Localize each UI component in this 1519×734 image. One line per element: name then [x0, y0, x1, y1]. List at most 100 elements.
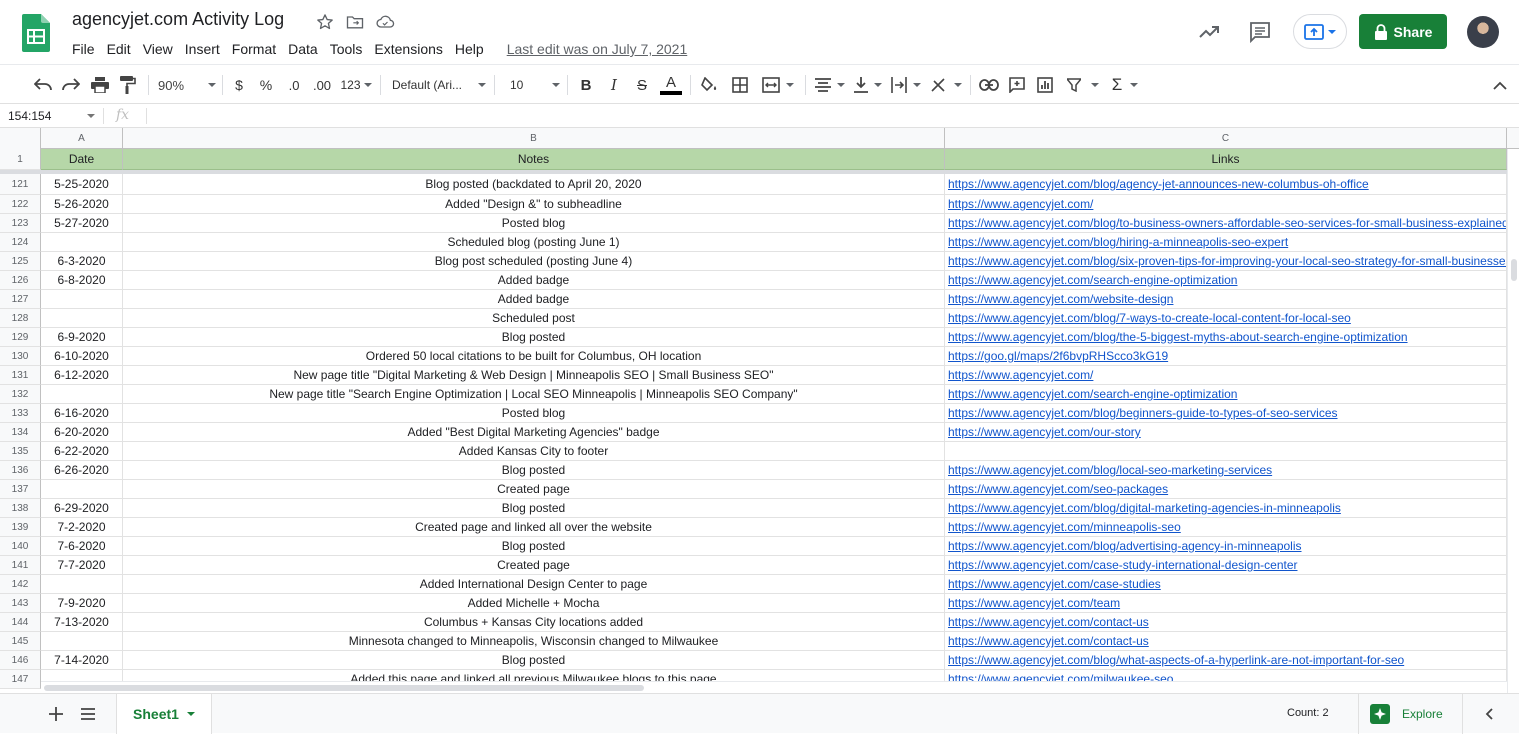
link-cell[interactable]: https://www.agencyjet.com/ [945, 195, 1507, 214]
notes-cell[interactable]: Scheduled blog (posting June 1) [123, 233, 945, 252]
link-text[interactable]: https://www.agencyjet.com/website-design [948, 292, 1173, 306]
insert-link-button[interactable] [978, 72, 1000, 98]
all-sheets-icon[interactable] [79, 705, 97, 723]
menu-data[interactable]: Data [283, 41, 323, 57]
link-text[interactable]: https://www.agencyjet.com/blog/hiring-a-… [948, 235, 1288, 249]
date-cell[interactable]: 6-20-2020 [41, 423, 123, 442]
star-icon[interactable] [315, 12, 335, 32]
link-text[interactable]: https://www.agencyjet.com/team [948, 596, 1120, 610]
date-cell[interactable] [41, 632, 123, 651]
link-text[interactable]: https://www.agencyjet.com/ [948, 368, 1093, 382]
select-all-corner[interactable] [0, 128, 41, 149]
notes-cell[interactable]: Blog posted (backdated to April 20, 2020 [123, 174, 945, 195]
row-number[interactable]: 141 [0, 556, 41, 575]
date-cell[interactable]: 6-16-2020 [41, 404, 123, 423]
link-cell[interactable]: https://www.agencyjet.com/case-study-int… [945, 556, 1507, 575]
row-number[interactable]: 137 [0, 480, 41, 499]
vertical-scrollbar[interactable] [1507, 149, 1519, 693]
activity-trend-icon[interactable] [1197, 20, 1221, 44]
header-cell-links[interactable]: Links [945, 149, 1507, 170]
row-number[interactable]: 130 [0, 347, 41, 366]
link-text[interactable]: https://www.agencyjet.com/seo-packages [948, 482, 1168, 496]
bold-button[interactable]: B [575, 72, 597, 98]
menu-help[interactable]: Help [450, 41, 489, 57]
row-number[interactable]: 129 [0, 328, 41, 347]
link-cell[interactable]: https://www.agencyjet.com/blog/agency-je… [945, 174, 1507, 195]
selection-count[interactable]: Count: 2 [1287, 707, 1329, 719]
link-cell[interactable]: https://www.agencyjet.com/website-design [945, 290, 1507, 309]
notes-cell[interactable]: New page title "Digital Marketing & Web … [123, 366, 945, 385]
date-cell[interactable] [41, 385, 123, 404]
link-cell[interactable]: https://www.agencyjet.com/blog/six-prove… [945, 252, 1507, 271]
decrease-decimal-button[interactable]: .0 [283, 72, 305, 98]
date-cell[interactable]: 6-22-2020 [41, 442, 123, 461]
link-text[interactable]: https://www.agencyjet.com/blog/to-busine… [948, 216, 1506, 230]
notes-cell[interactable]: Added badge [123, 271, 945, 290]
header-cell-date[interactable]: Date [41, 149, 123, 170]
link-text[interactable]: https://www.agencyjet.com/blog/beginners… [948, 406, 1338, 420]
date-cell[interactable]: 7-9-2020 [41, 594, 123, 613]
notes-cell[interactable]: Blog posted [123, 461, 945, 480]
date-cell[interactable]: 7-13-2020 [41, 613, 123, 632]
date-cell[interactable] [41, 480, 123, 499]
present-button[interactable] [1293, 14, 1347, 49]
row-number[interactable]: 145 [0, 632, 41, 651]
notes-cell[interactable]: Added badge [123, 290, 945, 309]
date-cell[interactable] [41, 575, 123, 594]
strikethrough-button[interactable]: S [631, 72, 653, 98]
row-number[interactable]: 133 [0, 404, 41, 423]
link-cell[interactable]: https://www.agencyjet.com/blog/digital-m… [945, 499, 1507, 518]
insert-comment-button[interactable] [1006, 72, 1028, 98]
format-currency-button[interactable]: $ [230, 72, 248, 98]
collapse-menus-button[interactable] [1490, 72, 1510, 98]
notes-cell[interactable]: Blog posted [123, 499, 945, 518]
notes-cell[interactable]: Added Kansas City to footer [123, 442, 945, 461]
row-number[interactable]: 124 [0, 233, 41, 252]
explore-button[interactable]: Explore [1370, 704, 1443, 724]
date-cell[interactable]: 7-2-2020 [41, 518, 123, 537]
link-text[interactable]: https://www.agencyjet.com/our-story [948, 425, 1141, 439]
formula-input[interactable] [154, 108, 1504, 124]
link-text[interactable]: https://www.agencyjet.com/case-studies [948, 577, 1161, 591]
row-number[interactable]: 142 [0, 575, 41, 594]
text-rotation-button[interactable] [929, 72, 963, 98]
link-text[interactable]: https://www.agencyjet.com/blog/advertisi… [948, 539, 1302, 553]
menu-view[interactable]: View [138, 41, 178, 57]
link-text[interactable]: https://www.agencyjet.com/blog/digital-m… [948, 501, 1341, 515]
redo-button[interactable] [60, 72, 82, 98]
menu-format[interactable]: Format [227, 41, 281, 57]
menu-file[interactable]: File [72, 41, 100, 57]
link-text[interactable]: https://www.agencyjet.com/search-engine-… [948, 387, 1237, 401]
notes-cell[interactable]: Added International Design Center to pag… [123, 575, 945, 594]
link-cell[interactable]: https://www.agencyjet.com/blog/to-busine… [945, 214, 1507, 233]
row-number[interactable]: 131 [0, 366, 41, 385]
fill-color-button[interactable] [699, 72, 721, 98]
link-text[interactable]: https://www.agencyjet.com/contact-us [948, 634, 1149, 648]
share-button[interactable]: Share [1359, 14, 1447, 49]
horizontal-scrollbar[interactable] [41, 681, 1507, 693]
row-number[interactable]: 140 [0, 537, 41, 556]
notes-cell[interactable]: Added Michelle + Mocha [123, 594, 945, 613]
chevron-down-icon[interactable] [186, 712, 195, 716]
vertical-scroll-thumb[interactable] [1511, 259, 1517, 281]
undo-button[interactable] [32, 72, 54, 98]
print-button[interactable] [89, 72, 111, 98]
column-header-c[interactable]: C [945, 128, 1507, 149]
move-to-folder-icon[interactable] [345, 12, 365, 32]
row-number[interactable]: 132 [0, 385, 41, 404]
row-number[interactable]: 147 [0, 670, 41, 689]
notes-cell[interactable]: Added "Best Digital Marketing Agencies" … [123, 423, 945, 442]
column-header-a[interactable]: A [41, 128, 123, 149]
header-cell-notes[interactable]: Notes [123, 149, 945, 170]
date-cell[interactable]: 6-26-2020 [41, 461, 123, 480]
link-text[interactable]: https://www.agencyjet.com/blog/7-ways-to… [948, 311, 1351, 325]
menu-extensions[interactable]: Extensions [369, 41, 447, 57]
notes-cell[interactable]: Blog posted [123, 651, 945, 670]
notes-cell[interactable]: Added "Design &" to subheadline [123, 195, 945, 214]
date-cell[interactable] [41, 233, 123, 252]
date-cell[interactable]: 7-7-2020 [41, 556, 123, 575]
notes-cell[interactable]: Scheduled post [123, 309, 945, 328]
date-cell[interactable]: 5-27-2020 [41, 214, 123, 233]
avatar[interactable] [1467, 16, 1499, 48]
menu-tools[interactable]: Tools [325, 41, 368, 57]
